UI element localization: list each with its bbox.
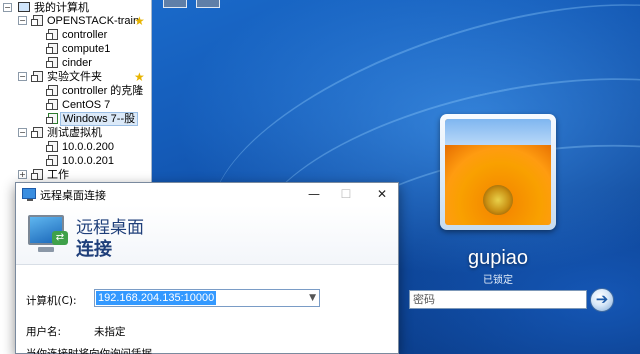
credentials-hint: 当你连接时将向你询问凭据。 [26, 348, 163, 354]
collapse-icon[interactable]: − [3, 3, 12, 12]
submit-arrow-button[interactable]: ➔ [590, 288, 614, 312]
tree-item-label: cinder [62, 57, 92, 69]
minimize-button[interactable]: — [300, 183, 328, 205]
tree-item-label: controller 的克隆 [62, 85, 144, 97]
rdp-dialog: 远程桌面连接 — ☐ ✕ ⇄ 远程桌面 连接 计算机(C): 192.168.2… [15, 182, 399, 354]
password-input[interactable]: 密码 [409, 290, 587, 309]
connect-arrow-icon: ⇄ [52, 231, 68, 245]
dialog-banner: ⇄ 远程桌面 连接 [16, 205, 398, 265]
tree-group-label: 实验文件夹 [47, 71, 102, 83]
tree-group-label: OPENSTACK-train [47, 15, 140, 27]
vm-icon [46, 99, 58, 110]
collapse-icon[interactable]: − [18, 128, 27, 137]
folder-icon [31, 71, 43, 82]
tree-item-label: 10.0.0.200 [62, 141, 114, 153]
dialog-title: 远程桌面连接 [40, 189, 106, 202]
vm-icon [46, 155, 58, 166]
folder-icon [31, 15, 43, 26]
close-button[interactable]: ✕ [368, 183, 396, 205]
tree-root-label: 我的计算机 [34, 2, 89, 14]
tree-item-label: controller [62, 29, 108, 41]
vm-icon [46, 57, 58, 68]
maximize-button: ☐ [340, 187, 352, 201]
computer-combobox[interactable]: 192.168.204.135:10000 ▼ [94, 289, 320, 307]
computer-icon [18, 2, 30, 12]
user-avatar [440, 114, 556, 230]
toolbar-button[interactable] [196, 0, 220, 8]
vm-icon [46, 85, 58, 96]
computer-value[interactable]: 192.168.204.135:10000 [96, 291, 217, 305]
vm-icon [46, 141, 58, 152]
tree-group-label: 测试虚拟机 [47, 127, 102, 139]
folder-icon [31, 169, 43, 180]
vm-icon [46, 43, 58, 54]
tree-group[interactable]: + 工作 [18, 168, 151, 182]
tree-group-label: 工作 [47, 169, 69, 181]
expand-icon[interactable]: + [18, 170, 27, 179]
lock-status: 已锁定 [483, 275, 513, 286]
tree-group[interactable]: − 测试虚拟机 [18, 126, 151, 140]
toolbar-button[interactable] [163, 0, 187, 8]
tree-root[interactable]: − 我的计算机 [3, 1, 151, 15]
favorite-star-icon: ★ [134, 70, 145, 84]
rdp-app-icon [22, 188, 36, 201]
tree-item-label: Windows 7--股 [60, 112, 139, 126]
tree-item-label: 10.0.0.201 [62, 155, 114, 167]
lock-username: gupiao [467, 247, 529, 269]
username-value: 未指定 [94, 326, 126, 338]
flower-picture [445, 119, 551, 225]
favorite-star-icon: ★ [134, 14, 145, 28]
tree-item-label: compute1 [62, 43, 111, 55]
monitor-stand-icon [38, 247, 54, 252]
username-label: 用户名: [26, 326, 62, 338]
computer-label: 计算机(C): [26, 295, 77, 307]
tree-group[interactable]: − OPENSTACK-train ★ [18, 14, 151, 28]
chevron-down-icon[interactable]: ▼ [309, 290, 316, 306]
collapse-icon[interactable]: − [18, 72, 27, 81]
dialog-titlebar[interactable]: 远程桌面连接 — ☐ ✕ [16, 183, 398, 205]
tree-group[interactable]: − 实验文件夹 ★ [18, 70, 151, 84]
vm-icon [46, 29, 58, 40]
banner-title-line2: 连接 [76, 239, 112, 260]
tree-item-label: CentOS 7 [62, 99, 111, 111]
folder-icon [31, 127, 43, 138]
vm-running-icon [46, 113, 58, 124]
collapse-icon[interactable]: − [18, 16, 27, 25]
